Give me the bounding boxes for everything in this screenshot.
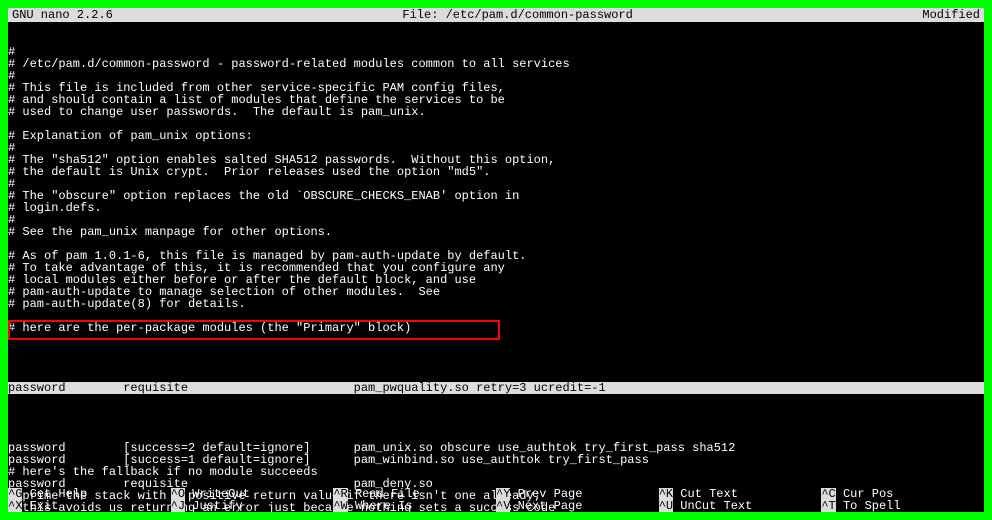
file-line[interactable]: # here are the per-package modules (the … — [8, 322, 984, 334]
shortcut-label: UnCut Text — [673, 499, 752, 512]
shortcut-next-page[interactable]: ^V Next Page — [496, 500, 659, 512]
nano-version: GNU nano 2.2.6 — [12, 8, 113, 22]
shortcut-key: ^V — [496, 500, 510, 512]
shortcut-key: ^W — [333, 500, 347, 512]
file-path: File: /etc/pam.d/common-password — [113, 8, 923, 22]
file-line[interactable]: # login.defs. — [8, 202, 984, 214]
file-line[interactable]: # See the pam_unix manpage for other opt… — [8, 226, 984, 238]
file-line[interactable]: # pam-auth-update(8) for details. — [8, 298, 984, 310]
file-line[interactable]: # /etc/pam.d/common-password - password-… — [8, 58, 984, 70]
modified-status: Modified — [922, 8, 980, 22]
editor-content[interactable]: ## /etc/pam.d/common-password - password… — [8, 22, 984, 512]
shortcut-label: Justify — [185, 499, 243, 512]
shortcut-key: ^T — [821, 500, 835, 512]
file-line[interactable]: # the default is Unix crypt. Prior relea… — [8, 166, 984, 178]
shortcut-key: ^X — [8, 500, 22, 512]
file-line[interactable]: # Explanation of pam_unix options: — [8, 130, 984, 142]
shortcut-key: ^J — [171, 500, 185, 512]
shortcut-label: Exit — [22, 499, 58, 512]
shortcut-uncut-text[interactable]: ^U UnCut Text — [659, 500, 822, 512]
shortcut-label: Where Is — [348, 499, 413, 512]
file-line[interactable]: # The "obscure" option replaces the old … — [8, 190, 984, 202]
shortcut-justify[interactable]: ^J Justify — [171, 500, 334, 512]
shortcut-to-spell[interactable]: ^T To Spell — [821, 500, 984, 512]
titlebar: GNU nano 2.2.6 File: /etc/pam.d/common-p… — [8, 8, 984, 22]
shortcut-exit[interactable]: ^X Exit — [8, 500, 171, 512]
shortcut-key: ^U — [659, 500, 673, 512]
file-line[interactable]: # used to change user passwords. The def… — [8, 106, 984, 118]
shortcut-footer: ^G Get Help^O WriteOut^R Read File^Y Pre… — [8, 488, 984, 512]
shortcut-where-is[interactable]: ^W Where Is — [333, 500, 496, 512]
shortcut-label: Next Page — [510, 499, 582, 512]
terminal-window: GNU nano 2.2.6 File: /etc/pam.d/common-p… — [8, 8, 984, 512]
shortcut-label: To Spell — [836, 499, 901, 512]
cursor-line[interactable]: password requisite pam_pwquality.so retr… — [8, 382, 984, 394]
